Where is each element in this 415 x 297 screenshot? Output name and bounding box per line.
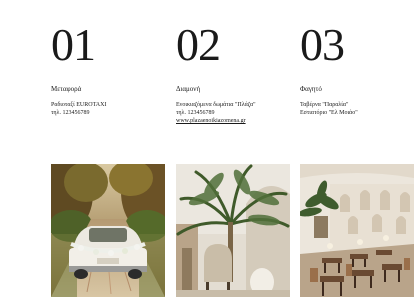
service-title: Φαγητό (300, 85, 322, 93)
service-line: τηλ. 123456789 (176, 110, 215, 116)
service-line: Εστιατόριο "Ελ Μοιάο" (300, 110, 358, 116)
service-details: Ραδιοταξί EUROTAXI τηλ. 123456789 (51, 101, 106, 117)
restaurant-interior-photo (300, 164, 414, 297)
service-details: Ταβέρνα "Παραλία" Εστιατόριο "Ελ Μοιάο" (300, 101, 358, 117)
service-number: 01 (51, 19, 96, 70)
service-title: Διαμονή (176, 85, 201, 93)
resort-lounge-photo (176, 164, 290, 297)
website-link[interactable]: www.plazaenoikiazomena.gr (176, 117, 256, 125)
service-number: 02 (176, 19, 221, 70)
service-line: Ραδιοταξί EUROTAXI (51, 102, 107, 108)
wedding-car-photo (51, 164, 165, 297)
service-number: 03 (300, 19, 345, 70)
service-line: τηλ. 123456789 (51, 110, 90, 116)
services-section: 01 Μεταφορά Ραδιοταξί EUROTAXI τηλ. 1234… (0, 0, 415, 297)
service-title: Μεταφορά (51, 85, 82, 93)
service-details: Ενοικιαζόμενα δωμάτια "Πλάζα" τηλ. 12345… (176, 101, 256, 125)
service-line: Ενοικιαζόμενα δωμάτια "Πλάζα" (176, 102, 256, 108)
service-line: Ταβέρνα "Παραλία" (300, 102, 349, 108)
